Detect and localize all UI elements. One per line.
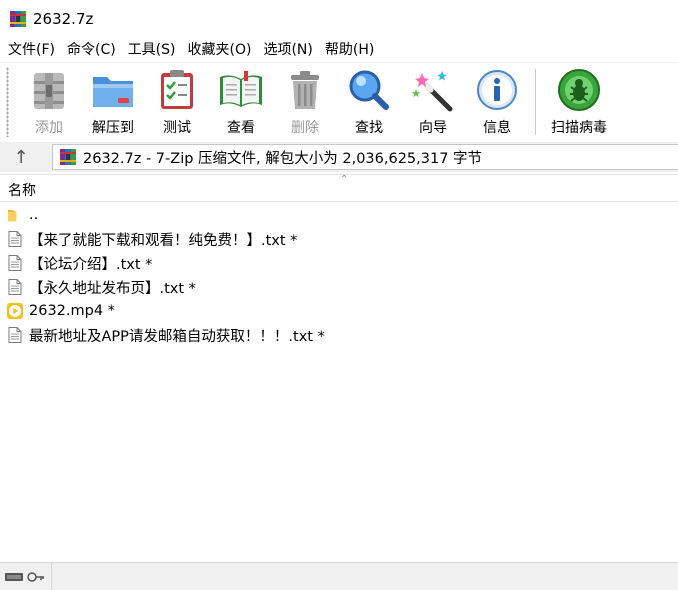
list-item[interactable]: 2632.mp4 * xyxy=(0,299,678,323)
menu-commands[interactable]: 命令(C) xyxy=(59,38,120,62)
file-name: 【永久地址发布页】.txt * xyxy=(29,280,196,297)
info-label: 信息 xyxy=(483,120,511,136)
add-button[interactable]: 添加 xyxy=(17,63,81,139)
address-field[interactable]: 2632.7z - 7-Zip 压缩文件, 解包大小为 2,036,625,31… xyxy=(52,144,678,170)
list-item[interactable]: .. xyxy=(0,203,678,227)
text-file-icon xyxy=(8,255,22,271)
status-drive-cell xyxy=(0,562,52,590)
menu-file[interactable]: 文件(F) xyxy=(0,38,59,62)
list-item[interactable]: 【来了就能下载和观看！纯免费！】.txt * xyxy=(0,227,678,251)
video-file-icon xyxy=(7,303,23,319)
trash-icon xyxy=(291,71,319,109)
toolbar: 添加 解压到 测试 查看 删除 查找 向导 信息 扫描病毒 xyxy=(0,62,678,140)
test-clipboard-icon xyxy=(161,70,193,109)
list-item[interactable]: 最新地址及APP请发邮箱自动获取！！！.txt * xyxy=(0,323,678,347)
extract-folder-icon xyxy=(93,77,133,107)
title-bar: 2632.7z xyxy=(0,0,678,38)
add-archive-icon xyxy=(34,73,64,109)
status-bar xyxy=(0,562,678,590)
wizard-label: 向导 xyxy=(419,120,447,136)
list-header: 名称 ⌃ xyxy=(0,174,678,202)
text-file-icon xyxy=(8,327,22,343)
arrow-up-icon: ↑ xyxy=(13,146,29,168)
file-name: 【论坛介绍】.txt * xyxy=(29,256,153,273)
view-button[interactable]: 查看 xyxy=(209,63,273,139)
address-text: 2632.7z - 7-Zip 压缩文件, 解包大小为 2,036,625,31… xyxy=(83,150,483,167)
test-label: 测试 xyxy=(163,120,191,136)
menu-tools[interactable]: 工具(S) xyxy=(120,38,180,62)
column-header-name[interactable]: 名称 xyxy=(8,180,36,200)
test-button[interactable]: 测试 xyxy=(145,63,209,139)
menu-help[interactable]: 帮助(H) xyxy=(317,38,378,62)
delete-label: 删除 xyxy=(291,120,319,136)
sort-ascending-icon: ⌃ xyxy=(340,174,349,185)
find-label: 查找 xyxy=(355,120,383,136)
window-title: 2632.7z xyxy=(33,10,94,28)
menu-favorites[interactable]: 收藏夹(O) xyxy=(180,38,256,62)
drive-key-icon xyxy=(5,571,44,582)
bug-scan-icon xyxy=(558,69,600,111)
add-label: 添加 xyxy=(35,120,63,136)
extract-to-label: 解压到 xyxy=(92,120,134,136)
file-name: 最新地址及APP请发邮箱自动获取！！！.txt * xyxy=(29,328,325,345)
file-name: 2632.mp4 * xyxy=(29,303,115,319)
info-icon xyxy=(477,70,517,110)
file-list[interactable]: .. 【来了就能下载和观看！纯免费！】.txt * 【论坛介绍】.txt * 【… xyxy=(0,203,678,561)
toolbar-separator xyxy=(535,69,536,135)
list-item[interactable]: 【永久地址发布页】.txt * xyxy=(0,275,678,299)
magic-wand-icon xyxy=(411,71,453,112)
magnifier-icon xyxy=(349,70,389,110)
winrar-window: 2632.7z 文件(F) 命令(C) 工具(S) 收藏夹(O) 选项(N) 帮… xyxy=(0,0,678,590)
menu-bar: 文件(F) 命令(C) 工具(S) 收藏夹(O) 选项(N) 帮助(H) xyxy=(0,38,678,62)
info-button[interactable]: 信息 xyxy=(465,63,529,139)
file-name: 【来了就能下载和观看！纯免费！】.txt * xyxy=(29,232,298,249)
toolbar-grip[interactable] xyxy=(6,67,9,137)
address-row: ↑ 2632.7z - 7-Zip 压缩文件, 解包大小为 2,036,625,… xyxy=(0,142,678,172)
find-button[interactable]: 查找 xyxy=(337,63,401,139)
wizard-button[interactable]: 向导 xyxy=(401,63,465,139)
up-folder-button[interactable]: ↑ xyxy=(0,143,42,171)
text-file-icon xyxy=(8,279,22,295)
folder-icon xyxy=(8,210,17,222)
text-file-icon xyxy=(8,231,22,247)
scan-virus-label: 扫描病毒 xyxy=(551,120,607,136)
scan-virus-button[interactable]: 扫描病毒 xyxy=(542,63,616,139)
winrar-app-icon xyxy=(10,11,26,27)
list-item[interactable]: 【论坛介绍】.txt * xyxy=(0,251,678,275)
extract-to-button[interactable]: 解压到 xyxy=(81,63,145,139)
view-label: 查看 xyxy=(227,120,255,136)
menu-options[interactable]: 选项(N) xyxy=(255,38,316,62)
archive-icon xyxy=(60,149,76,165)
file-name: .. xyxy=(29,207,39,223)
book-icon xyxy=(220,71,262,107)
delete-button[interactable]: 删除 xyxy=(273,63,337,139)
